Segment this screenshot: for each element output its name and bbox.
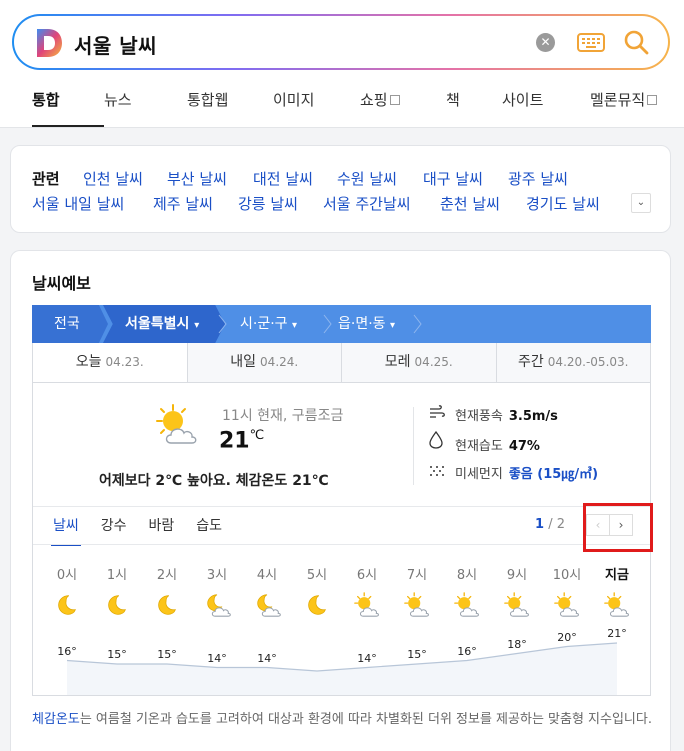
clear-icon[interactable]: ✕ <box>536 33 555 52</box>
date-tab-today[interactable]: 오늘 04.23. <box>33 343 187 382</box>
related-link[interactable]: 대전 날씨 <box>253 168 313 189</box>
divider <box>33 506 650 507</box>
current-time-condition: 11시 현재, 구름조금 <box>222 408 344 424</box>
weather-panel: 11시 현재, 구름조금 21℃ 어제보다 2℃ 높아요. 체감온도 21℃ 현… <box>32 383 651 696</box>
sun-cloud-icon <box>504 592 529 617</box>
tab-integrated[interactable]: 통합 <box>32 89 104 127</box>
subtab-weather[interactable]: 날씨 <box>51 515 81 546</box>
wind-icon <box>430 405 445 418</box>
tab-books[interactable]: 책 <box>446 89 502 127</box>
moon-icon <box>108 595 126 615</box>
daum-logo[interactable] <box>34 27 64 59</box>
tab-news[interactable]: 뉴스 <box>104 89 187 127</box>
search-icon[interactable] <box>622 28 650 56</box>
humidity-icon <box>429 431 443 449</box>
feels-like-link[interactable]: 체감온도 <box>32 712 80 727</box>
date-tab-day-after[interactable]: 모레 04.25. <box>341 343 496 382</box>
sun-cloud-icon <box>604 592 629 617</box>
sun-cloud-icon <box>156 404 197 444</box>
hour-label: 7시 <box>406 568 428 583</box>
chevron-right-icon <box>218 314 227 334</box>
temperature-comparison: 어제보다 2℃ 높아요. 체감온도 21℃ <box>99 473 329 489</box>
related-link[interactable]: 대구 날씨 <box>423 168 483 189</box>
moon-icon <box>158 595 176 615</box>
weather-title: 날씨예보 <box>32 274 91 293</box>
external-link-icon <box>647 95 658 105</box>
search-box[interactable]: 서울 날씨 ✕ <box>12 14 670 70</box>
sun-cloud-icon <box>554 592 579 617</box>
search-header: 서울 날씨 ✕ 통합 뉴스 통합웹 이미지 쇼핑 책 사이트 멜론뮤직 <box>0 0 684 128</box>
hour-label: 9시 <box>506 568 528 583</box>
region-nationwide[interactable]: 전국 <box>54 305 80 343</box>
region-district[interactable]: 시·군·구 ▾ <box>240 305 297 343</box>
hour-label: 5시 <box>306 568 328 583</box>
related-link[interactable]: 광주 날씨 <box>508 168 568 189</box>
divider <box>33 544 650 545</box>
external-link-icon <box>389 95 400 105</box>
related-link[interactable]: 부산 날씨 <box>167 168 227 189</box>
chevron-right-icon <box>323 314 332 334</box>
hour-label: 4시 <box>256 568 278 583</box>
sun-cloud-icon <box>454 592 479 617</box>
region-city[interactable]: 서울특별시 ▾ <box>125 305 199 343</box>
fine-dust-icon <box>430 466 444 476</box>
related-link[interactable]: 서울 주간날씨 <box>323 193 411 214</box>
tab-shopping[interactable]: 쇼핑 <box>360 89 446 127</box>
subtab-precipitation[interactable]: 강수 <box>101 515 127 544</box>
date-tab-tomorrow[interactable]: 내일 04.24. <box>186 343 342 382</box>
forecast-subtabs: 날씨 강수 바람 습도 <box>51 515 244 546</box>
highlight-box <box>583 503 653 552</box>
date-tabs: 오늘 04.23. 내일 04.24. 모레 04.25. 주간 04.20.-05.0… <box>32 343 651 383</box>
date-tab-weekly[interactable]: 주간 04.20.-05.03. <box>495 343 651 382</box>
hour-label: 1시 <box>106 568 128 583</box>
sun-cloud-icon <box>354 592 379 617</box>
moon-cloud-icon <box>257 594 281 617</box>
chevron-right-icon <box>413 314 422 334</box>
related-link[interactable]: 춘천 날씨 <box>440 193 500 214</box>
related-title: 관련 <box>32 170 60 188</box>
fine-dust: 미세먼지 좋음 (15㎍/㎥) <box>455 467 599 482</box>
related-link[interactable]: 서울 내일 날씨 <box>32 193 124 214</box>
humidity: 현재습도 47% <box>455 439 540 454</box>
weather-card: 날씨예보 전국 서울특별시 ▾ 시·군·구 ▾ 읍·면·동 ▾ 오늘 04.23.… <box>10 250 671 751</box>
tab-web[interactable]: 통합웹 <box>187 89 273 127</box>
subtab-wind[interactable]: 바람 <box>149 515 175 544</box>
hour-label: 0시 <box>56 568 78 583</box>
sun-cloud-icon <box>404 592 429 617</box>
keyboard-icon[interactable] <box>577 33 605 52</box>
temperature-line-chart <box>66 642 618 695</box>
feels-like-note: 체감온도는 여름철 기온과 습도를 고려하여 대상과 환경에 따라 차별화된 더… <box>32 712 652 727</box>
related-link[interactable]: 강릉 날씨 <box>238 193 298 214</box>
related-searches: 관련 인천 날씨 부산 날씨 대전 날씨 수원 날씨 대구 날씨 광주 날씨 서… <box>10 145 671 233</box>
subtab-humidity[interactable]: 습도 <box>196 515 222 544</box>
hour-label: 2시 <box>156 568 178 583</box>
expand-related-button[interactable]: ⌄ <box>631 193 651 213</box>
related-link[interactable]: 제주 날씨 <box>153 193 213 214</box>
wind-speed: 현재풍속 3.5m/s <box>455 409 558 424</box>
hour-label: 지금 <box>605 568 629 583</box>
tab-images[interactable]: 이미지 <box>273 89 360 127</box>
moon-cloud-icon <box>207 594 231 617</box>
search-input[interactable]: 서울 날씨 <box>74 30 157 59</box>
divider <box>413 407 414 485</box>
tab-sites[interactable]: 사이트 <box>502 89 590 127</box>
search-tabs: 통합 뉴스 통합웹 이미지 쇼핑 책 사이트 멜론뮤직 <box>32 89 674 127</box>
moon-icon <box>308 595 326 615</box>
hour-label: 6시 <box>356 568 378 583</box>
hour-label: 8시 <box>456 568 478 583</box>
related-link[interactable]: 수원 날씨 <box>337 168 397 189</box>
region-breadcrumb: 전국 서울특별시 ▾ 시·군·구 ▾ 읍·면·동 ▾ <box>32 305 651 343</box>
related-link[interactable]: 인천 날씨 <box>83 168 143 189</box>
current-temperature: 21℃ <box>219 428 265 454</box>
moon-icon <box>58 595 76 615</box>
hour-label: 10시 <box>552 568 582 583</box>
related-link[interactable]: 경기도 날씨 <box>526 193 600 214</box>
tab-melon-music[interactable]: 멜론뮤직 <box>590 89 674 127</box>
page-indicator: 1 / 2 <box>535 517 565 532</box>
region-town[interactable]: 읍·면·동 ▾ <box>338 305 395 343</box>
hour-label: 3시 <box>206 568 228 583</box>
